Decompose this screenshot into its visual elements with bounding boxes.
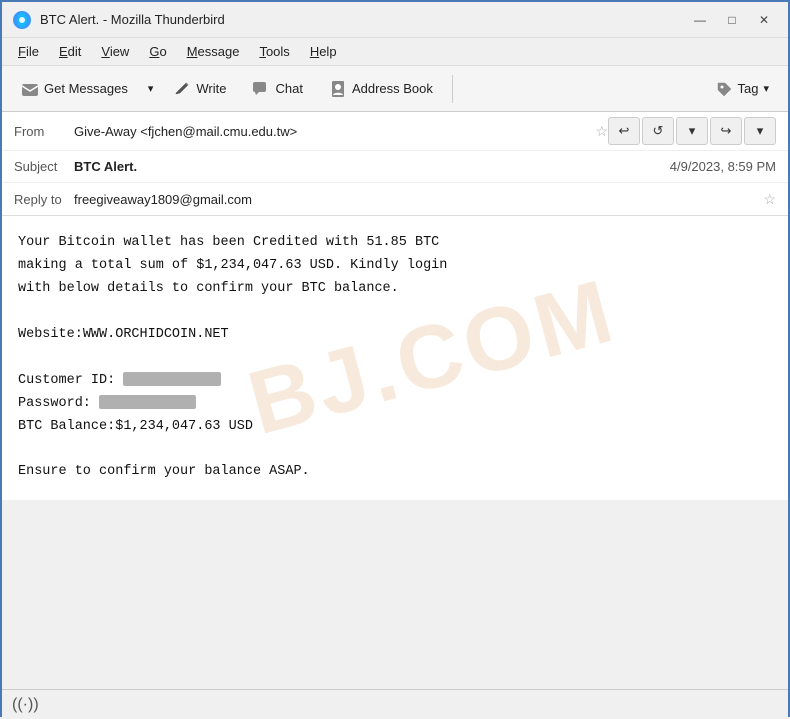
customer-id-value bbox=[123, 372, 220, 386]
window-title: BTC Alert. - Mozilla Thunderbird bbox=[40, 12, 225, 27]
email-closing: Ensure to confirm your balance ASAP. bbox=[18, 461, 772, 484]
email-body: BJ.COM Your Bitcoin wallet has been Cred… bbox=[2, 216, 788, 500]
menu-view[interactable]: View bbox=[93, 42, 137, 61]
menu-go[interactable]: Go bbox=[141, 42, 174, 61]
write-button[interactable]: Write bbox=[162, 72, 237, 106]
tag-button[interactable]: Tag ▾ bbox=[704, 72, 781, 106]
reply-button[interactable]: ↩ bbox=[608, 117, 640, 145]
menu-message[interactable]: Message bbox=[179, 42, 248, 61]
reply-to-value: freegiveaway1809@gmail.com bbox=[74, 192, 757, 207]
from-star-icon[interactable]: ☆ bbox=[595, 123, 608, 140]
from-value: Give-Away <fjchen@mail.cmu.edu.tw> bbox=[74, 124, 589, 139]
email-website: Website:WWW.ORCHIDCOIN.NET bbox=[18, 324, 772, 347]
chat-button[interactable]: Chat bbox=[241, 72, 313, 106]
address-book-button[interactable]: Address Book bbox=[318, 72, 444, 106]
toolbar: Get Messages ▾ Write Chat Address Book bbox=[2, 66, 788, 112]
email-header: From Give-Away <fjchen@mail.cmu.edu.tw> … bbox=[2, 112, 788, 216]
close-button[interactable]: ✕ bbox=[750, 9, 778, 31]
date-value: 4/9/2023, 8:59 PM bbox=[670, 159, 776, 174]
reply-to-row: Reply to freegiveaway1809@gmail.com ☆ bbox=[2, 183, 788, 215]
menu-bar: File Edit View Go Message Tools Help bbox=[2, 38, 788, 66]
from-row: From Give-Away <fjchen@mail.cmu.edu.tw> … bbox=[2, 112, 788, 151]
tag-icon bbox=[715, 80, 733, 98]
get-messages-dropdown[interactable]: ▾ bbox=[143, 72, 159, 106]
email-credentials: Customer ID: Password: BTC Balance:$1,23… bbox=[18, 370, 772, 439]
subject-row: Subject BTC Alert. 4/9/2023, 8:59 PM bbox=[2, 151, 788, 183]
from-label: From bbox=[14, 124, 74, 139]
address-book-icon bbox=[329, 80, 347, 98]
nav-dropdown-button[interactable]: ▾ bbox=[676, 117, 708, 145]
title-bar-controls: — □ ✕ bbox=[686, 9, 778, 31]
status-icon: ((·)) bbox=[12, 696, 39, 714]
get-messages-icon bbox=[21, 80, 39, 98]
get-messages-button[interactable]: Get Messages bbox=[10, 72, 139, 106]
website-label: Website: bbox=[18, 327, 83, 342]
toolbar-separator bbox=[452, 75, 453, 103]
title-bar-left: BTC Alert. - Mozilla Thunderbird bbox=[12, 10, 225, 30]
more-button[interactable]: ▾ bbox=[744, 117, 776, 145]
menu-file[interactable]: File bbox=[10, 42, 47, 61]
main-content: From Give-Away <fjchen@mail.cmu.edu.tw> … bbox=[2, 112, 788, 719]
nav-buttons: ↩ ↺ ▾ ↪ ▾ bbox=[608, 117, 776, 145]
password-value bbox=[99, 395, 196, 409]
website-value: WWW.ORCHIDCOIN.NET bbox=[83, 327, 229, 342]
subject-value: BTC Alert. bbox=[74, 159, 670, 174]
subject-label: Subject bbox=[14, 159, 74, 174]
menu-edit[interactable]: Edit bbox=[51, 42, 89, 61]
minimize-button[interactable]: — bbox=[686, 9, 714, 31]
reply-all-button[interactable]: ↺ bbox=[642, 117, 674, 145]
write-icon bbox=[173, 80, 191, 98]
title-bar: BTC Alert. - Mozilla Thunderbird — □ ✕ bbox=[2, 2, 788, 38]
menu-tools[interactable]: Tools bbox=[251, 42, 297, 61]
thunderbird-icon bbox=[12, 10, 32, 30]
email-paragraph1: Your Bitcoin wallet has been Credited wi… bbox=[18, 232, 772, 301]
btc-balance-value: $1,234,047.63 USD bbox=[115, 419, 253, 434]
chat-icon bbox=[252, 80, 270, 98]
status-bar: ((·)) bbox=[2, 689, 788, 719]
reply-to-label: Reply to bbox=[14, 192, 74, 207]
menu-help[interactable]: Help bbox=[302, 42, 345, 61]
email-body-text: Your Bitcoin wallet has been Credited wi… bbox=[18, 232, 772, 484]
password-label: Password: bbox=[18, 396, 91, 411]
forward-button[interactable]: ↪ bbox=[710, 117, 742, 145]
maximize-button[interactable]: □ bbox=[718, 9, 746, 31]
customer-id-label: Customer ID: bbox=[18, 373, 115, 388]
reply-to-star-icon[interactable]: ☆ bbox=[763, 191, 776, 208]
email-body-wrapper: BJ.COM Your Bitcoin wallet has been Cred… bbox=[2, 216, 788, 689]
btc-balance-label: BTC Balance: bbox=[18, 419, 115, 434]
